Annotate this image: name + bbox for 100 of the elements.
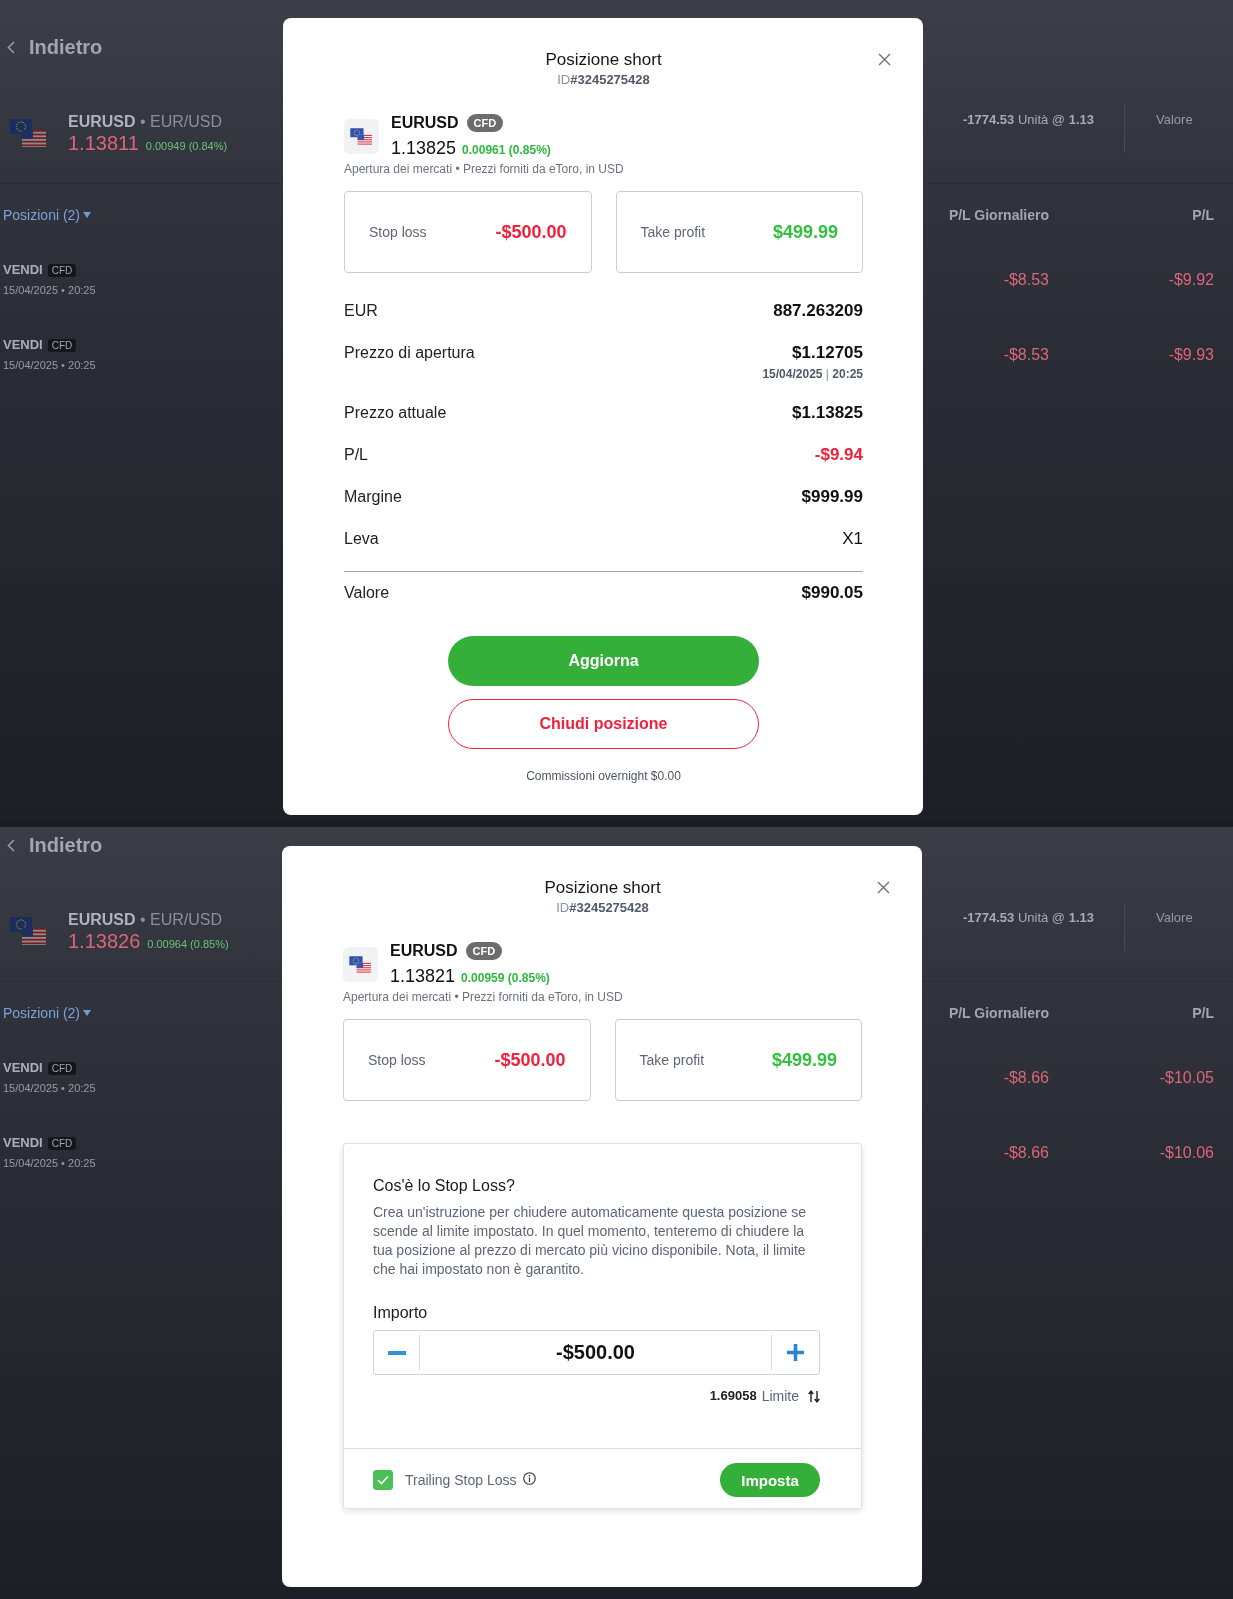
instrument-price: 1.13825 [391,137,457,159]
pl-value: -$9.92 [1167,269,1214,290]
help-text: Crea un'istruzione per chiudere automaticamente questa posizione se scende al limite impostato. In quel momento, tenteremo di chiudere la tua posizione al prezzo di mercato più vicino disponibile. Nota, il limite che hai impostato non è garantito. [373,1203,808,1279]
detail-value: X1 [842,528,863,550]
chevron-left-icon [7,40,15,54]
card-label: Stop loss [368,1052,426,1068]
flags-icon [10,917,46,945]
position-units: -1774.53 Unità @ 1.13 [962,111,1094,129]
update-button[interactable]: Aggiorna [448,636,759,686]
trade-time: 15/04/2025 • 20:25 [3,283,96,298]
trade-side: VENDI [3,336,43,354]
back-link[interactable]: Indietro [7,35,103,59]
market-info: Apertura dei mercati • Prezzi forniti da eToro, in USD [343,990,624,1005]
dialog-title: Posizione short [544,49,663,71]
instrument-type-badge: CFD [47,338,77,352]
price-change: 0.00949 (0.84%) [145,139,228,154]
stop-loss-value: -$500.00 [494,1049,566,1071]
instrument-type-badge: CFD [466,114,504,132]
instrument-price: 1.13826 [68,930,141,952]
total-value: $990.05 [801,582,863,604]
column-header: P/L [1191,206,1214,224]
minus-icon [387,1350,406,1355]
close-icon[interactable] [877,881,890,894]
plus-icon [787,1344,804,1361]
close-position-button[interactable]: Chiudi posizione [448,699,759,749]
amount-field[interactable]: -$500.00 [373,1330,820,1375]
total-label: Valore [344,583,390,603]
positions-dropdown[interactable]: Posizioni (2) [3,1004,92,1022]
flags-icon [10,119,46,147]
instrument-price: 1.13821 [390,965,456,987]
price-change: 0.00959 (0.85%) [461,970,550,987]
stop-loss-card[interactable]: Stop loss -$500.00 [343,1019,591,1101]
open-time: 15/04/2025 | 20:25 [762,366,863,382]
arrows-up-down-icon[interactable] [808,1389,820,1403]
instrument-type-badge: CFD [47,1061,77,1075]
value-label: Valore [1156,909,1194,927]
instrument-title: EURUSD • EUR/USD [68,112,224,132]
chevron-left-icon [7,838,15,852]
trailing-stop-checkbox[interactable] [373,1470,393,1490]
trade-side: VENDI [3,261,43,279]
instrument-price: 1.13811 [68,132,139,154]
column-header: P/L [1191,1004,1214,1022]
set-button[interactable]: Imposta [720,1463,820,1497]
daily-pl-value: -$8.53 [1002,344,1049,365]
price-change: 0.00964 (0.85%) [147,937,229,952]
limit-rate: 1.69058 [709,1387,757,1405]
daily-pl-value: -$8.66 [1002,1067,1049,1088]
card-label: Take profit [639,1052,705,1068]
detail-label: Prezzo di apertura [344,343,475,363]
limit-label: Limite [761,1387,799,1405]
trade-side: VENDI [3,1059,43,1077]
stop-loss-card[interactable]: Stop loss -$500.00 [344,191,592,273]
detail-value: $1.12705 [792,342,863,364]
pl-value: -$9.93 [1167,344,1214,365]
check-icon [377,1475,389,1485]
caret-down-icon [83,1010,92,1016]
info-icon[interactable] [522,1472,536,1485]
take-profit-card[interactable]: Take profit $499.99 [614,1019,862,1101]
detail-value: 887.263209 [773,300,863,322]
stop-loss-value: -$500.00 [495,221,567,243]
help-title: Cos'è lo Stop Loss? [373,1176,516,1196]
caret-down-icon [83,212,92,218]
detail-label: P/L [344,445,368,465]
position-id: ID#3245275428 [556,72,651,88]
detail-label: Prezzo attuale [344,403,447,423]
instrument-type-badge: CFD [465,942,503,960]
instrument-type-badge: CFD [47,1136,77,1150]
detail-label: EUR [344,301,378,321]
pl-value: -$10.06 [1158,1142,1214,1163]
checkbox-label: Trailing Stop Loss [405,1472,517,1488]
position-units: -1774.53 Unità @ 1.13 [962,909,1094,927]
overnight-fee-note: Commissioni overnight $0.00 [525,768,682,784]
detail-label: Margine [344,487,402,507]
market-info: Apertura dei mercati • Prezzi forniti da eToro, in USD [344,162,625,177]
trade-side: VENDI [3,1134,43,1152]
dialog-title: Posizione short [543,877,662,899]
detail-value: -$9.94 [814,444,863,466]
take-profit-value: $499.99 [772,221,838,243]
trade-time: 15/04/2025 • 20:25 [3,358,96,373]
positions-dropdown[interactable]: Posizioni (2) [3,206,92,224]
close-icon[interactable] [878,53,891,66]
take-profit-card[interactable]: Take profit $499.99 [615,191,863,273]
price-change: 0.00961 (0.85%) [462,142,551,159]
daily-pl-value: -$8.66 [1002,1142,1049,1163]
card-label: Stop loss [369,224,427,240]
trade-time: 15/04/2025 • 20:25 [3,1156,96,1171]
instrument-symbol: EURUSD [390,941,458,961]
column-header: P/L Giornaliero [947,1004,1049,1022]
amount-label: Importo [373,1303,429,1323]
card-label: Take profit [640,224,706,240]
take-profit-value: $499.99 [771,1049,837,1071]
flags-icon [343,947,378,982]
value-label: Valore [1156,111,1194,129]
flags-icon [344,119,379,154]
trade-time: 15/04/2025 • 20:25 [3,1081,96,1096]
back-link[interactable]: Indietro [7,833,103,857]
detail-value: $999.99 [801,486,863,508]
daily-pl-value: -$8.53 [1002,269,1049,290]
detail-label: Leva [344,529,379,549]
instrument-title: EURUSD • EUR/USD [68,910,224,930]
